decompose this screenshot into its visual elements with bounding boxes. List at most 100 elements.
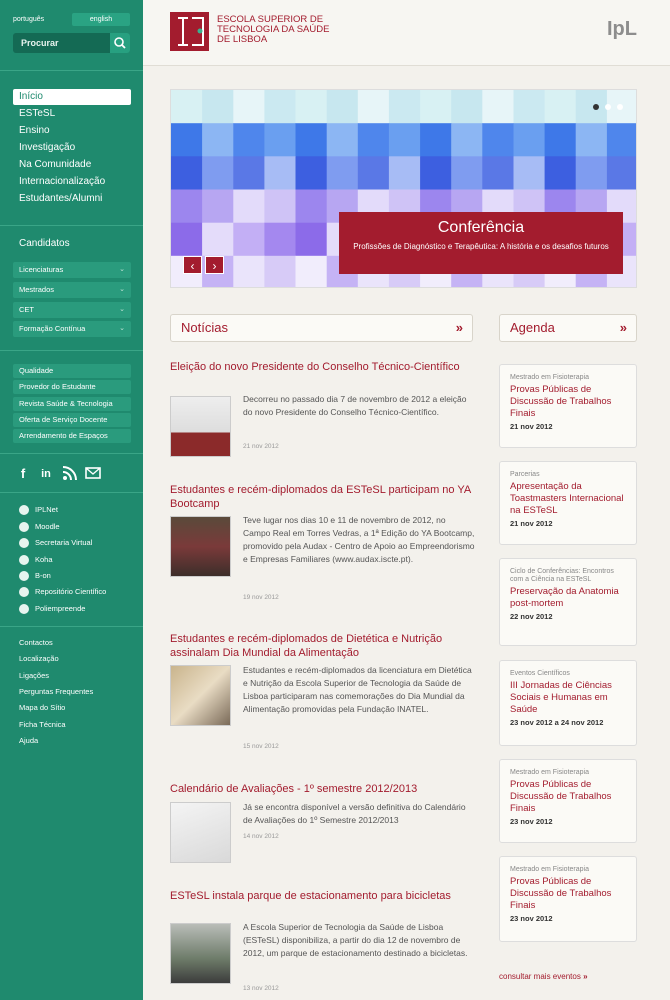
more-events-link[interactable]: consultar mais eventos »	[499, 972, 588, 981]
mosaic-tile	[171, 156, 203, 190]
lang-english-link[interactable]: english	[72, 13, 130, 26]
rss-glyph	[62, 466, 77, 481]
facebook-icon[interactable]: f	[14, 465, 32, 483]
link-arrendamento[interactable]: Arrendamento de Espaços	[13, 429, 131, 443]
footer-ficha[interactable]: Ficha Técnica	[19, 718, 66, 731]
moodle-icon	[19, 522, 29, 532]
news-title[interactable]: Estudantes e recém-diplomados de Dietéti…	[170, 632, 480, 660]
news-header[interactable]: Notícias »	[170, 314, 473, 342]
mosaic-tile	[233, 255, 265, 287]
mosaic-tile	[171, 90, 203, 124]
link-b-on[interactable]: B-on	[19, 569, 51, 582]
footer-localizacao[interactable]: Localização	[19, 652, 59, 665]
slider-dot[interactable]	[617, 104, 623, 110]
link-repositorio[interactable]: Repositório Científico	[19, 585, 106, 598]
mosaic-tile	[295, 255, 328, 287]
slider-next-button[interactable]: ›	[205, 256, 224, 274]
agenda-category: Eventos Científicos	[510, 670, 570, 677]
footer-faq[interactable]: Perguntas Frequentes	[19, 685, 93, 698]
mosaic-tile	[264, 222, 296, 257]
agenda-title[interactable]: Provas Públicas de Discussão de Trabalho…	[510, 779, 626, 815]
mosaic-tile	[606, 123, 636, 157]
agenda-title[interactable]: III Jornadas de Ciências Sociais e Human…	[510, 680, 626, 716]
agenda-item[interactable]: Mestrado em Fisioterapia Provas Públicas…	[499, 759, 637, 843]
news-thumbnail[interactable]	[170, 923, 231, 984]
agenda-item[interactable]: Parcerias Apresentação da Toastmasters I…	[499, 461, 637, 545]
news-title[interactable]: Calendário de Avaliações - 1º semestre 2…	[170, 782, 480, 796]
link-provedor[interactable]: Provedor do Estudante	[13, 380, 131, 394]
slider-prev-button[interactable]: ‹	[183, 256, 202, 274]
nav-estesl[interactable]: ESTeSL	[13, 106, 131, 122]
ipl-logo[interactable]: IpL	[607, 18, 637, 41]
news-summary: Decorreu no passado dia 7 de novembro de…	[243, 394, 467, 417]
footer-ajuda[interactable]: Ajuda	[19, 734, 38, 747]
mosaic-tile	[544, 90, 577, 124]
users-icon	[19, 538, 29, 548]
link-revista[interactable]: Revista Saúde & Tecnologia	[13, 397, 131, 411]
footer-contactos[interactable]: Contactos	[19, 636, 53, 649]
agenda-item[interactable]: Mestrado em Fisioterapia Provas Públicas…	[499, 364, 637, 448]
mosaic-tile	[264, 189, 296, 224]
link-qualidade[interactable]: Qualidade	[13, 364, 131, 378]
agenda-item[interactable]: Mestrado em Fisioterapia Provas Públicas…	[499, 856, 637, 942]
news-thumbnail[interactable]	[170, 665, 231, 726]
candidatos-cet[interactable]: CET ⌄	[13, 302, 131, 318]
school-name[interactable]: ESCOLA SUPERIOR DE TECNOLOGIA DA SAÚDE D…	[217, 15, 377, 45]
mosaic-tile	[326, 156, 359, 190]
linkedin-icon[interactable]: in	[37, 465, 55, 483]
news-title[interactable]: ESTeSL instala parque de estacionamento …	[170, 889, 480, 903]
slider-dot-active[interactable]	[593, 104, 599, 110]
footer-ligacoes[interactable]: Ligações	[19, 669, 49, 682]
candidatos-licenciaturas[interactable]: Licenciaturas ⌄	[13, 262, 131, 278]
nav-internacionalizacao[interactable]: Internacionalização	[13, 174, 131, 190]
news-thumbnail[interactable]	[170, 396, 231, 457]
nav-ensino[interactable]: Ensino	[13, 123, 131, 139]
search-icon	[114, 37, 126, 49]
slider-dot[interactable]	[605, 104, 611, 110]
mosaic-tile	[264, 123, 296, 157]
mosaic-tile	[513, 90, 546, 124]
email-icon[interactable]	[84, 465, 102, 483]
agenda-title[interactable]: Provas Públicas de Discussão de Trabalho…	[510, 384, 626, 420]
search-input[interactable]: Procurar	[13, 33, 130, 53]
news-thumbnail[interactable]	[170, 516, 231, 577]
agenda-title[interactable]: Apresentação da Toastmasters Internacion…	[510, 481, 626, 517]
agenda-header[interactable]: Agenda »	[499, 314, 637, 342]
footer-mapa[interactable]: Mapa do Sítio	[19, 701, 65, 714]
agenda-item[interactable]: Eventos Científicos III Jornadas de Ciên…	[499, 660, 637, 746]
agenda-title[interactable]: Provas Públicas de Discussão de Trabalho…	[510, 876, 626, 912]
search-button[interactable]	[110, 33, 130, 53]
link-iplnet[interactable]: IPLNet	[19, 503, 58, 516]
nav-comunidade[interactable]: Na Comunidade	[13, 157, 131, 173]
agenda-title[interactable]: Preservação da Anatomia post-mortem	[510, 586, 626, 610]
news-thumbnail[interactable]	[170, 802, 231, 863]
link-koha[interactable]: Koha	[19, 553, 53, 566]
nav-estudantes-alumni[interactable]: Estudantes/Alumni	[13, 191, 131, 207]
mosaic-tile	[575, 156, 608, 190]
link-moodle[interactable]: Moodle	[19, 520, 60, 533]
link-secretaria-virtual[interactable]: Secretaria Virtual	[19, 536, 92, 549]
estesl-logo-icon[interactable]	[170, 12, 209, 51]
nav-investigacao[interactable]: Investigação	[13, 140, 131, 156]
link-oferta-docente[interactable]: Oferta de Serviço Docente	[13, 413, 131, 427]
news-title[interactable]: Estudantes e recém-diplomados da ESTeSL …	[170, 483, 480, 511]
mosaic-tile	[233, 222, 265, 257]
mosaic-tile	[264, 255, 296, 287]
candidatos-label: Formação Contínua	[19, 324, 86, 333]
slider-caption[interactable]: Conferência Profissões de Diagnóstico e …	[339, 212, 623, 274]
agenda-item[interactable]: Ciclo de Conferências: Encontros com a C…	[499, 558, 637, 646]
rss-icon[interactable]	[61, 465, 79, 483]
nav-inicio[interactable]: Início	[13, 89, 131, 105]
candidatos-mestrados[interactable]: Mestrados ⌄	[13, 282, 131, 298]
candidatos-heading: Candidatos	[19, 238, 70, 249]
news-title[interactable]: Eleição do novo Presidente do Conselho T…	[170, 360, 480, 374]
candidatos-formacao-continua[interactable]: Formação Contínua ⌄	[13, 321, 131, 337]
lang-portuguese-link[interactable]: português	[13, 13, 53, 26]
mosaic-tile	[606, 156, 636, 190]
mosaic-tile	[202, 90, 234, 124]
mosaic-tile	[513, 123, 546, 157]
mosaic-tile	[544, 156, 577, 190]
agenda-date: 23 nov 2012	[510, 914, 553, 923]
mosaic-tile	[575, 123, 608, 157]
link-poliempreende[interactable]: Poliempreende	[19, 602, 85, 615]
